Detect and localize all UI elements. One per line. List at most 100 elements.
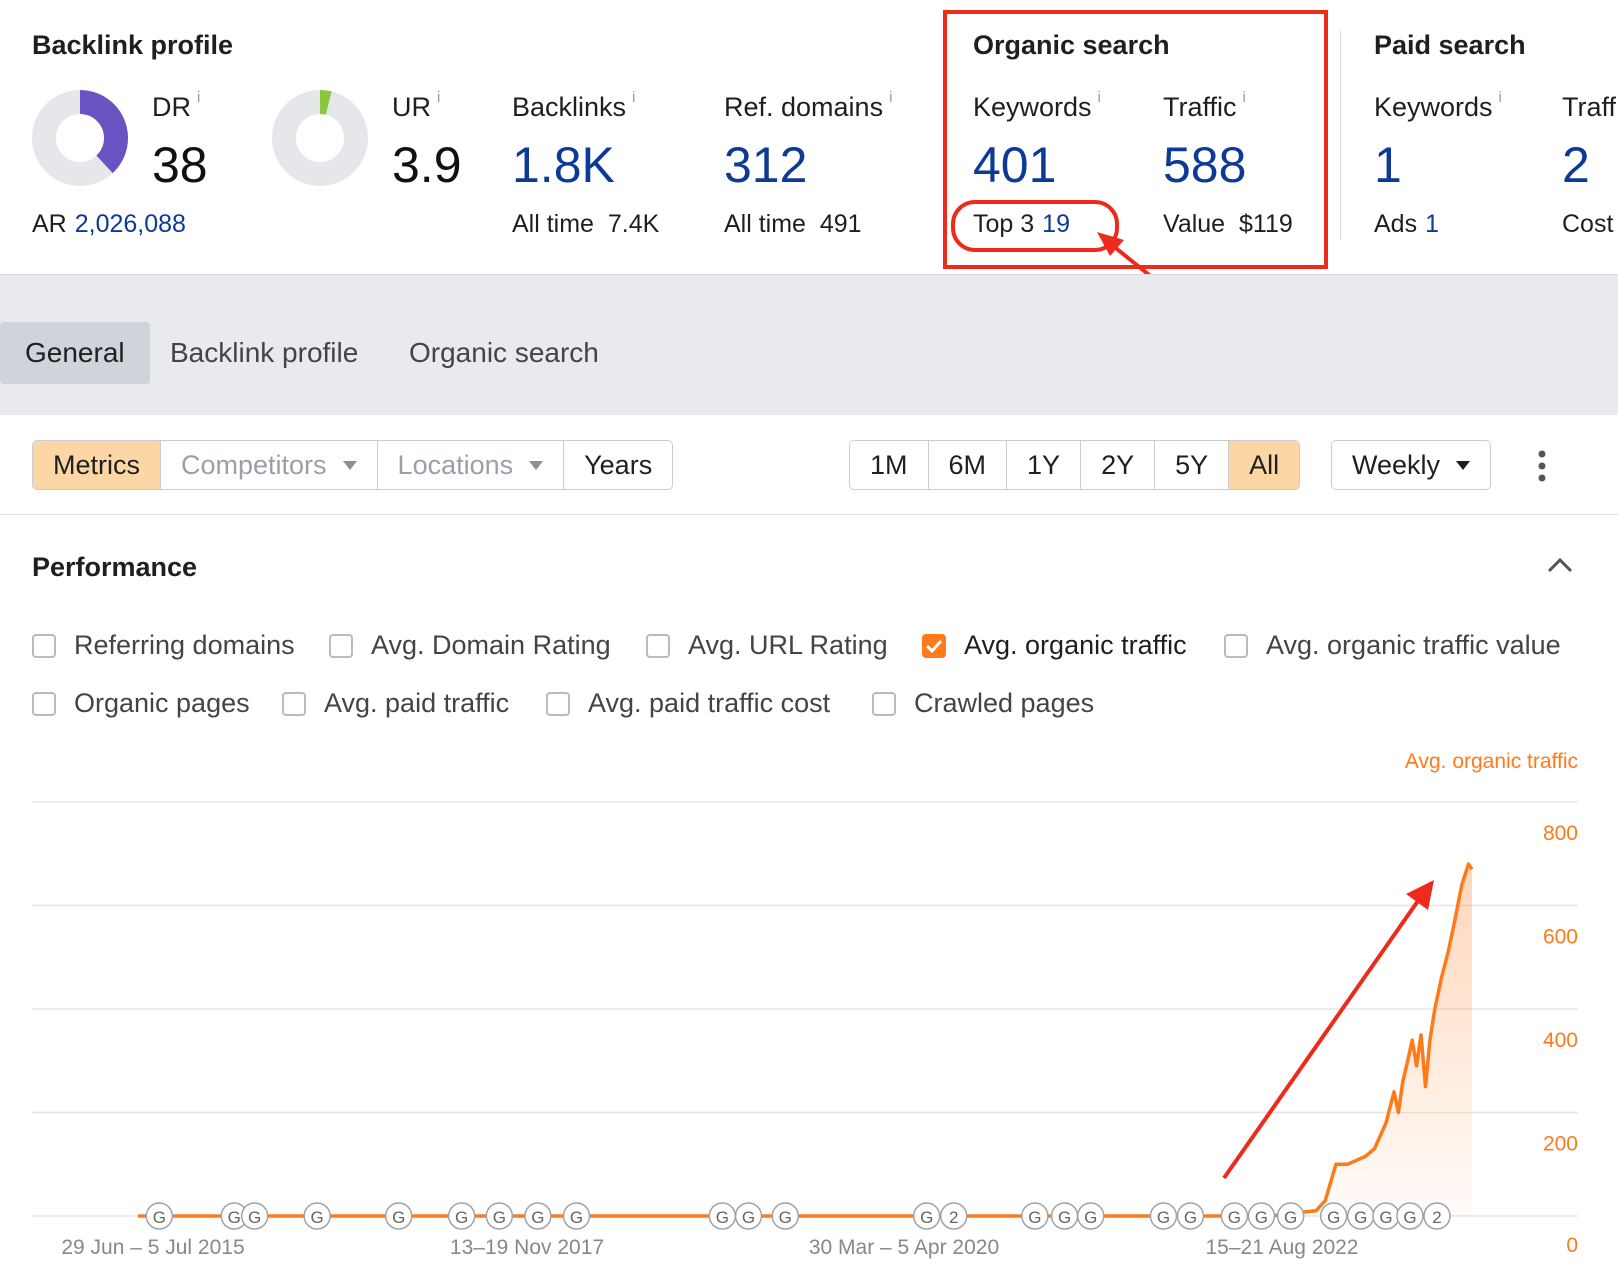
svg-text:G: G [493,1208,506,1227]
organic-search-highlight-box [943,10,1328,269]
tab-general[interactable]: General [0,322,150,384]
range-1m-button[interactable]: 1M [850,441,929,489]
checkbox-avg-organic-traffic[interactable]: Avg. organic traffic [922,630,1187,661]
google-update-marker[interactable]: G [1149,1202,1178,1230]
tab-organic-search[interactable]: Organic search [384,322,624,384]
google-update-marker[interactable]: G [1220,1202,1249,1230]
svg-text:G: G [228,1208,241,1227]
svg-text:2: 2 [1432,1208,1441,1227]
range-1y-button[interactable]: 1Y [1007,441,1082,489]
svg-text:G: G [1327,1208,1340,1227]
svg-text:G: G [1184,1208,1197,1227]
google-update-marker[interactable]: G [1372,1202,1400,1230]
google-update-marker[interactable]: G [1396,1202,1424,1230]
locations-dropdown[interactable]: Locations [378,441,565,489]
checkbox-avg-organic-traffic-value[interactable]: Avg. organic traffic value [1224,630,1561,661]
range-5y-button[interactable]: 5Y [1155,441,1230,489]
y-tick-label: 400 [1543,1029,1578,1052]
svg-text:2: 2 [949,1208,958,1227]
y-tick-label: 0 [1566,1234,1578,1257]
range-6m-button[interactable]: 6M [929,441,1008,489]
svg-text:G: G [1379,1208,1392,1227]
competitors-caret-icon [342,460,357,470]
checkbox-avg-url-rating[interactable]: Avg. URL Rating [646,630,888,661]
svg-text:G: G [455,1208,468,1227]
more-options-icon[interactable] [1532,448,1552,484]
google-update-marker[interactable]: G [145,1202,174,1230]
checkbox-avg-paid-traffic-cost[interactable]: Avg. paid traffic cost [546,688,830,719]
traffic-series-line [138,862,1474,1218]
google-update-marker[interactable]: 2 [1423,1202,1451,1230]
google-update-marker[interactable]: G [1276,1202,1305,1230]
svg-text:G: G [1028,1208,1041,1227]
range-all-button[interactable]: All [1229,441,1300,489]
filter-button-group: Metrics Competitors Locations Years [32,440,674,490]
google-update-marker[interactable]: G [1247,1202,1276,1230]
svg-text:G: G [1255,1208,1268,1227]
y-tick-label: 600 [1543,926,1578,949]
google-update-marker[interactable]: G [708,1202,737,1230]
svg-text:G: G [570,1208,583,1227]
tab-backlink-profile[interactable]: Backlink profile [145,322,383,384]
google-update-marker[interactable]: G [303,1202,331,1230]
checkbox-referring-domains[interactable]: Referring domains [32,630,295,661]
google-update-marker[interactable]: G [1176,1202,1205,1230]
svg-text:G: G [1058,1208,1071,1227]
google-update-marker[interactable]: G [734,1202,763,1230]
google-update-marker[interactable]: G [485,1202,514,1230]
performance-title: Performance [32,552,198,582]
svg-text:G: G [1284,1208,1297,1227]
x-tick-label: 13–19 Nov 2017 [450,1236,604,1259]
svg-text:G: G [153,1208,166,1227]
toolbar-divider [0,514,1618,515]
series-legend-label: Avg. organic traffic [1405,750,1578,773]
google-update-marker[interactable]: G [771,1202,800,1230]
svg-text:G: G [311,1208,324,1227]
range-2y-button[interactable]: 2Y [1081,441,1156,489]
google-update-marker[interactable]: G [1050,1202,1079,1230]
interval-dropdown[interactable]: Weekly [1332,441,1490,489]
svg-text:G: G [1403,1208,1416,1227]
x-tick-label: 15–21 Aug 2022 [1206,1236,1359,1259]
collapse-chevron-up-icon[interactable] [1546,555,1574,575]
svg-text:G: G [742,1208,755,1227]
google-update-marker[interactable]: G [240,1202,269,1230]
svg-text:G: G [1084,1208,1097,1227]
y-tick-label: 800 [1543,822,1578,845]
google-update-marker[interactable]: G [1346,1202,1375,1230]
years-button[interactable]: Years [564,441,672,489]
checkbox-crawled-pages[interactable]: Crawled pages [872,688,1094,719]
range-button-group: 1M 6M 1Y 2Y 5Y All [849,440,1301,490]
interval-caret-icon [1456,460,1471,470]
competitors-dropdown[interactable]: Competitors [161,441,378,489]
svg-text:G: G [392,1208,405,1227]
checkmark-icon [925,639,943,653]
svg-text:G: G [920,1208,933,1227]
organic-traffic-chart: Avg. organic traffic 8006004002000 GGGGG… [32,750,1578,1259]
google-update-marker[interactable]: G [1076,1202,1105,1230]
x-tick-label: 30 Mar – 5 Apr 2020 [809,1236,999,1259]
google-update-marker[interactable]: G [447,1202,476,1230]
checkbox-avg-domain-rating[interactable]: Avg. Domain Rating [329,630,611,661]
google-update-marker[interactable]: G [384,1202,413,1230]
top3-highlight-circle [951,200,1119,252]
google-update-marker[interactable]: G [524,1202,552,1230]
google-update-marker[interactable]: G [912,1202,941,1230]
checkbox-avg-paid-traffic[interactable]: Avg. paid traffic [282,688,509,719]
y-tick-label: 200 [1543,1133,1578,1156]
interval-dropdown-wrap: Weekly [1331,440,1492,490]
google-update-marker[interactable]: G [562,1202,591,1230]
google-update-marker[interactable]: G [1021,1202,1049,1230]
google-update-marker[interactable]: 2 [940,1202,968,1230]
traffic-area-fill [138,864,1472,1216]
svg-text:G: G [1354,1208,1367,1227]
google-update-marker[interactable]: G [1319,1202,1348,1230]
svg-text:G: G [1228,1208,1241,1227]
x-tick-label: 29 Jun – 5 Jul 2015 [61,1236,244,1259]
svg-text:G: G [716,1208,729,1227]
svg-text:G: G [779,1208,792,1227]
metrics-button[interactable]: Metrics [33,441,161,489]
svg-text:G: G [1157,1208,1170,1227]
checkbox-organic-pages[interactable]: Organic pages [32,688,250,719]
svg-text:G: G [248,1208,261,1227]
